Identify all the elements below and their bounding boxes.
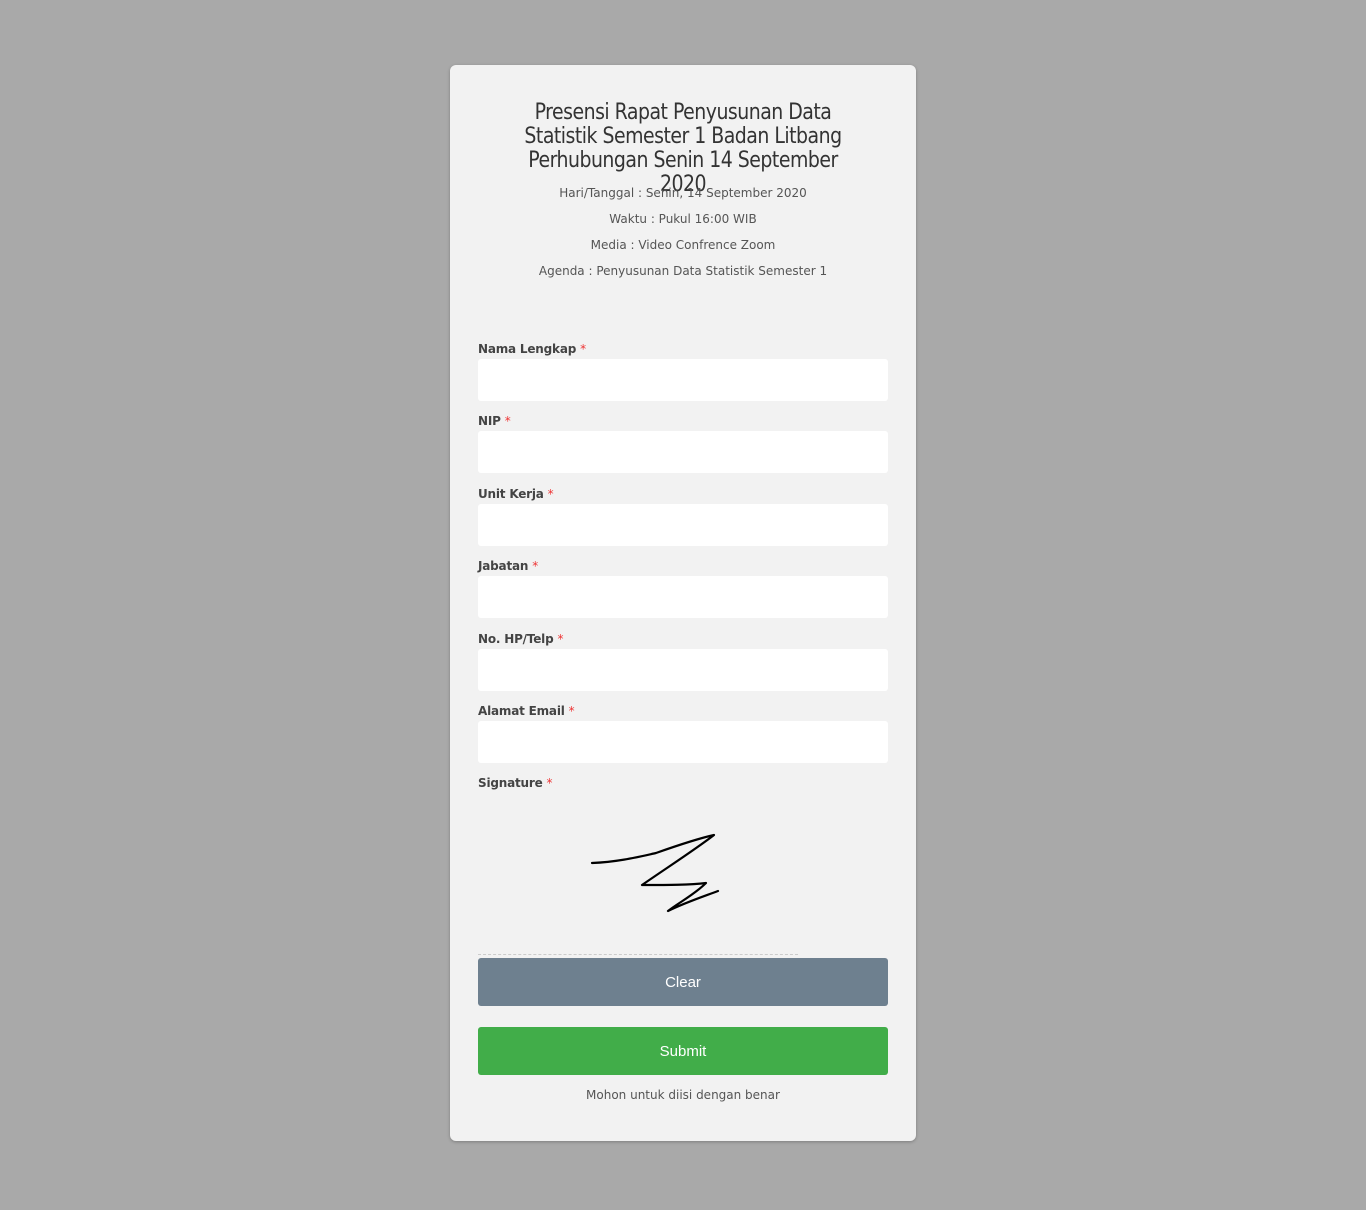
footer-note: Mohon untuk diisi dengan benar xyxy=(586,1088,780,1102)
signature-label: Signature * xyxy=(478,776,553,790)
required-marker: * xyxy=(580,342,586,356)
form-card: Presensi Rapat Penyusunan Data Statistik… xyxy=(450,65,916,1141)
info-date: Hari/Tanggal : Senin, 14 September 2020 xyxy=(559,186,807,200)
required-marker: * xyxy=(546,776,553,790)
jabatan-label: Jabatan * xyxy=(478,559,538,573)
submit-button[interactable]: Submit xyxy=(478,1027,888,1075)
jabatan-input[interactable] xyxy=(478,576,888,618)
nip-input[interactable] xyxy=(478,431,888,473)
phone-input[interactable] xyxy=(478,649,888,691)
phone-label: No. HP/Telp * xyxy=(478,632,563,646)
email-label: Alamat Email * xyxy=(478,704,575,718)
required-marker: * xyxy=(557,632,564,646)
form-title: Presensi Rapat Penyusunan Data Statistik… xyxy=(524,100,842,197)
signature-stroke xyxy=(590,833,720,913)
phone-label-text: No. HP/Telp xyxy=(478,632,554,646)
nama-input[interactable] xyxy=(478,359,888,401)
required-marker: * xyxy=(504,414,511,428)
unit-input[interactable] xyxy=(478,504,888,546)
info-agenda: Agenda : Penyusunan Data Statistik Semes… xyxy=(538,264,828,278)
jabatan-label-text: Jabatan xyxy=(478,559,529,573)
nip-label-text: NIP xyxy=(478,414,501,428)
email-label-text: Alamat Email xyxy=(478,704,565,718)
info-media: Media : Video Confrence Zoom xyxy=(590,238,776,252)
signature-label-text: Signature xyxy=(478,776,543,790)
email-input[interactable] xyxy=(478,721,888,763)
unit-label-text: Unit Kerja xyxy=(478,487,544,501)
signature-pad[interactable] xyxy=(478,799,798,955)
nama-label: Nama Lengkap * xyxy=(478,342,586,356)
required-marker: * xyxy=(568,704,575,718)
nip-label: NIP * xyxy=(478,414,511,428)
info-time: Waktu : Pukul 16:00 WIB xyxy=(609,212,757,226)
required-marker: * xyxy=(547,487,554,501)
unit-label: Unit Kerja * xyxy=(478,487,554,501)
nama-label-text: Nama Lengkap xyxy=(478,342,577,356)
required-marker: * xyxy=(532,559,539,573)
clear-button[interactable]: Clear xyxy=(478,958,888,1006)
